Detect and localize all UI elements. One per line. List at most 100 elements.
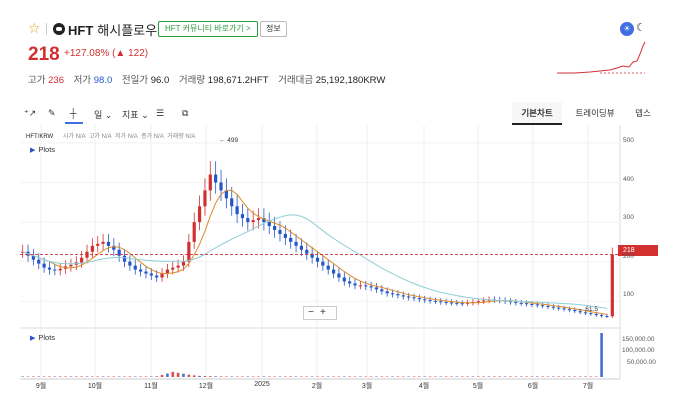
x-tick-label: 5월: [472, 383, 484, 390]
drawing-line-icon[interactable]: ⁺↗: [24, 108, 36, 119]
volume-bar: [380, 376, 384, 377]
volume-bar: [300, 376, 303, 377]
volume-bar: [557, 376, 561, 377]
volume-bar: [85, 376, 89, 377]
annotation-high: ← 499: [219, 137, 239, 144]
settings-sliders-icon[interactable]: ☰: [156, 108, 164, 119]
candle-body: [80, 257, 84, 263]
candle-body: [133, 265, 137, 270]
plots-toggle-price[interactable]: ▶ Plots: [30, 145, 55, 154]
volume-bar: [278, 376, 282, 377]
volume-bar: [107, 376, 110, 377]
candle-body: [128, 261, 132, 266]
price-chart[interactable]: [0, 125, 677, 401]
plots-toggle-volume[interactable]: ▶ Plots: [30, 333, 55, 342]
candle-body: [235, 206, 239, 215]
candle-body: [42, 263, 46, 268]
volume-bar: [439, 376, 443, 377]
volume-bar: [519, 376, 523, 377]
candle-body: [541, 305, 545, 307]
volume-bar: [535, 376, 539, 377]
price-change: +127.08% (▲ 122): [64, 48, 149, 59]
volume-bar: [321, 376, 325, 377]
favorite-star-icon[interactable]: ☆: [28, 21, 42, 35]
volume-bar: [251, 376, 255, 377]
candle-body: [551, 306, 555, 308]
candle-body: [171, 267, 175, 270]
volume-bar: [600, 333, 603, 377]
volume-bar: [187, 374, 191, 377]
volume-bar: [375, 376, 378, 377]
candle-body: [567, 309, 572, 311]
plots-label: Plots: [38, 145, 56, 154]
candle-body: [380, 289, 384, 292]
community-link-button[interactable]: HFT 커뮤니티 바로가기 >: [158, 21, 258, 37]
volume-bar: [171, 371, 175, 377]
candle-body: [364, 285, 368, 287]
tab-basic-chart[interactable]: 기본차트: [512, 102, 562, 125]
volume-bar: [144, 376, 148, 377]
volume-bar: [219, 376, 223, 377]
triangle-right-icon: ▶: [30, 335, 36, 342]
stat-volume-unit: HFT: [250, 75, 269, 86]
volume-bar: [482, 376, 485, 377]
volume-bar: [514, 376, 518, 377]
volume-bar: [241, 376, 244, 377]
volume-bar: [562, 376, 566, 377]
volume-bar: [578, 376, 582, 377]
period-select[interactable]: 일 ⌄: [94, 108, 112, 121]
x-tick-label: 11월: [144, 383, 158, 390]
volume-bar: [128, 376, 132, 377]
volume-bar: [412, 376, 416, 377]
info-button[interactable]: 정보: [260, 21, 287, 37]
volume-bar: [487, 376, 491, 377]
pencil-icon[interactable]: ✎: [48, 108, 56, 119]
candle-body: [246, 218, 250, 223]
dark-theme-icon[interactable]: ☾: [636, 21, 646, 34]
volume-bar: [214, 376, 217, 377]
volume-bar: [166, 373, 169, 377]
volume-bar: [289, 376, 292, 377]
light-theme-icon[interactable]: ☀: [620, 22, 634, 36]
stat-volume-label: 거래량: [178, 75, 206, 86]
candle-body: [385, 291, 389, 294]
indicator-label: 지표: [122, 110, 139, 120]
volume-bar: [450, 376, 453, 377]
volume-bar: [434, 376, 437, 377]
volume-bar: [316, 376, 319, 377]
volume-tick: 50,000.00: [627, 359, 656, 366]
candle-body: [439, 301, 443, 303]
crosshair-icon[interactable]: ┼: [70, 108, 76, 118]
indicator-select[interactable]: 지표 ⌄: [122, 108, 149, 121]
candle-body: [90, 245, 94, 252]
candle-body: [214, 174, 218, 183]
volume-bar: [53, 376, 57, 377]
candle-body: [289, 237, 293, 242]
price-stats: 고가 236 저가 98.0 전일가 96.0 거래량 198,671.2HFT…: [28, 72, 392, 86]
volume-bar: [584, 376, 587, 377]
candle-body: [283, 233, 287, 238]
volume-bar: [418, 376, 421, 377]
candle-body: [428, 300, 432, 302]
legend-open: 시가 N/A: [62, 134, 86, 140]
ohlc-legend: HFT/KRW 시가 N/A 고가 N/A 저가 N/A 종가 N/A 거래량 …: [26, 131, 195, 140]
tab-depth[interactable]: 뎁스: [628, 102, 658, 125]
candle-body: [610, 254, 614, 317]
x-tick-label: 4월: [418, 383, 430, 390]
candle-body: [240, 214, 245, 219]
zoom-controls[interactable]: −+: [303, 306, 337, 320]
volume-bar: [326, 376, 330, 377]
volume-bar: [552, 376, 555, 377]
volume-bar: [48, 376, 51, 377]
candle-body: [37, 259, 41, 264]
volume-bar: [74, 376, 78, 377]
period-label: 일: [94, 110, 103, 120]
volume-bar: [160, 374, 164, 377]
volume-tick: 100,000.00: [622, 347, 655, 354]
popout-icon[interactable]: ⧉: [182, 108, 188, 119]
volume-bar: [503, 376, 507, 377]
candle-body: [412, 297, 416, 299]
candle-body: [444, 302, 448, 304]
stat-high-label: 고가: [28, 75, 46, 86]
tab-tradingview[interactable]: 트레이딩뷰: [567, 102, 623, 125]
